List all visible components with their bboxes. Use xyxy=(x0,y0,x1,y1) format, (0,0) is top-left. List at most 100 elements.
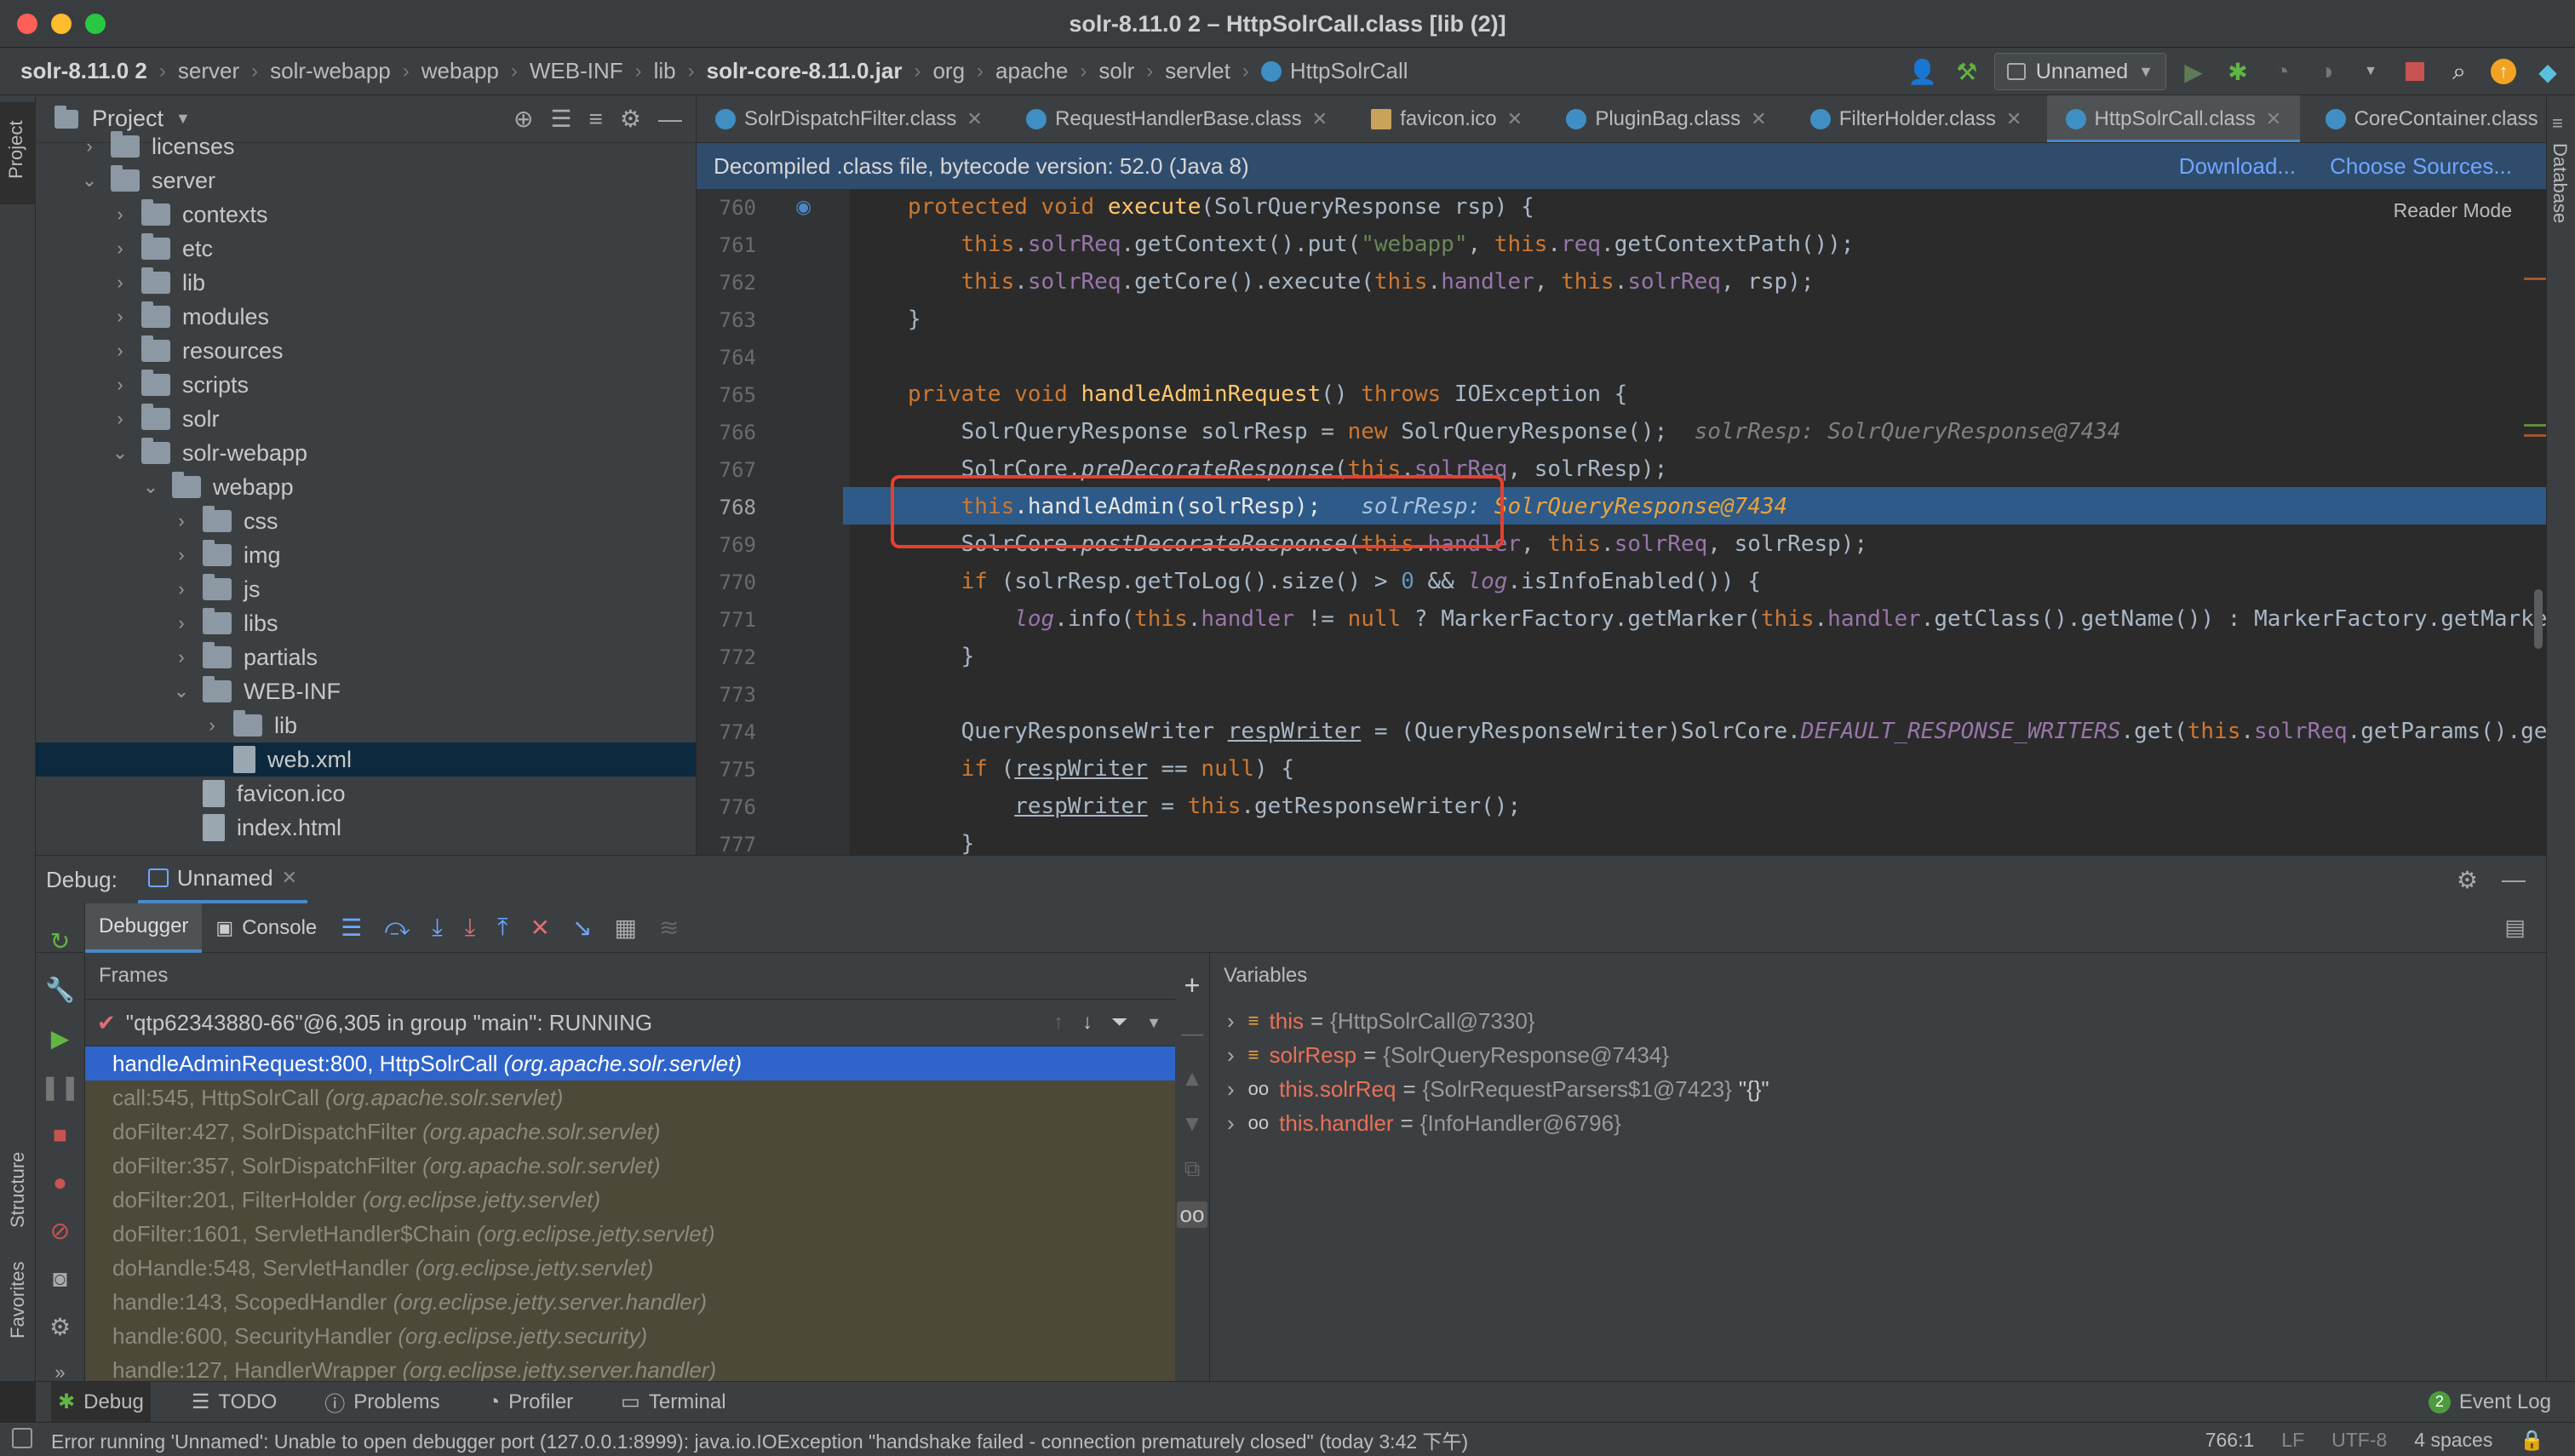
toolwindow-profiler[interactable]: ◔ Profiler xyxy=(481,1382,581,1423)
chevron-right-icon[interactable]: › xyxy=(1227,1076,1235,1103)
toolwindow-todo[interactable]: ☰ TODO xyxy=(185,1382,284,1423)
code-line[interactable]: respWriter = this.getResponseWriter(); xyxy=(908,794,1521,819)
tree-item[interactable]: › etc xyxy=(36,232,696,266)
variable-row[interactable]: › ≡ this = {HttpSolrCall@7330} xyxy=(1210,1004,2546,1038)
tree-item[interactable]: ⌄ webapp xyxy=(36,470,696,504)
chevron-right-icon[interactable]: › xyxy=(172,544,191,566)
close-icon[interactable]: ✕ xyxy=(282,867,297,889)
stop-icon[interactable]: ■ xyxy=(53,1121,67,1149)
coverage-icon[interactable]: ◑ xyxy=(2309,54,2343,89)
code-line[interactable]: SolrQueryResponse solrResp = new SolrQue… xyxy=(908,419,2121,444)
tab-httpsolrcall[interactable]: HttpSolrCall.class ✕ xyxy=(2046,95,2301,142)
close-icon[interactable]: ✕ xyxy=(1751,108,1766,130)
collapse-all-icon[interactable]: ≡ xyxy=(589,106,603,133)
toolbox-logo-icon[interactable]: ◆ xyxy=(2531,54,2565,89)
code-line[interactable]: this.solrReq.getContext().put("webapp", … xyxy=(908,232,1855,257)
chevron-down-icon[interactable]: ⌄ xyxy=(141,476,160,498)
chevron-right-icon[interactable]: › xyxy=(172,578,191,600)
status-message[interactable]: Error running 'Unnamed': Unable to open … xyxy=(51,1425,1468,1454)
breadcrumb-item[interactable]: server xyxy=(178,58,239,84)
tree-item[interactable]: › licenses xyxy=(36,129,696,163)
stack-frame[interactable]: doFilter:201, FilterHolder (org.eclipse.… xyxy=(85,1183,1175,1217)
code-line[interactable]: } xyxy=(908,644,975,669)
code-line[interactable]: log.info(this.handler != null ? MarkerFa… xyxy=(908,606,2546,632)
run-config-select[interactable]: Unnamed ▼ xyxy=(1993,53,2166,90)
drop-frame-icon[interactable]: ✕ xyxy=(530,914,550,942)
tree-item[interactable]: › lib xyxy=(36,708,696,742)
chevron-right-icon[interactable]: › xyxy=(172,646,191,668)
profile-icon[interactable]: ◔ xyxy=(2265,54,2299,89)
code-line[interactable]: private void handleAdminRequest() throws… xyxy=(908,381,1627,407)
close-icon[interactable]: ✕ xyxy=(1507,108,1523,130)
run-icon[interactable]: ▶ xyxy=(2176,54,2211,89)
update-icon[interactable]: ↑ xyxy=(2486,54,2521,89)
chevron-right-icon[interactable]: › xyxy=(1227,1008,1235,1035)
breadcrumb-item[interactable]: HttpSolrCall xyxy=(1290,58,1408,84)
mute-breakpoints-icon[interactable]: ⊘ xyxy=(50,1217,70,1245)
tree-item[interactable]: › modules xyxy=(36,300,696,334)
tree-item[interactable]: › img xyxy=(36,538,696,572)
tab-requesthandlerbase[interactable]: RequestHandlerBase.class ✕ xyxy=(1007,95,1346,142)
chevron-right-icon[interactable]: › xyxy=(111,408,129,430)
chevron-down-icon[interactable]: ⌄ xyxy=(80,169,99,192)
tree-item[interactable]: web.xml xyxy=(36,742,696,777)
stack-frame[interactable]: handle:143, ScopedHandler (org.eclipse.j… xyxy=(85,1285,1175,1319)
tree-item[interactable]: favicon.ico xyxy=(36,777,696,811)
breadcrumb-item[interactable]: solr-webapp xyxy=(270,58,391,84)
tab-pluginbag[interactable]: PluginBag.class ✕ xyxy=(1547,95,1785,142)
debug-session-tab[interactable]: Unnamed ✕ xyxy=(137,856,308,903)
reader-mode-button[interactable]: Reader Mode xyxy=(2394,199,2512,222)
frames-layout-icon[interactable]: ☰ xyxy=(341,914,362,942)
structure-stripe-label[interactable]: Structure xyxy=(7,1152,29,1228)
build-hammer-icon[interactable]: ⚒ xyxy=(1950,54,1984,89)
database-stripe-label[interactable]: Database xyxy=(2549,143,2571,223)
layout-settings-icon[interactable]: ▤ xyxy=(2504,914,2526,941)
stack-frame[interactable]: doFilter:357, SolrDispatchFilter (org.ap… xyxy=(85,1149,1175,1183)
lock-icon[interactable]: 🔒 xyxy=(2520,1429,2544,1452)
chevron-right-icon[interactable]: › xyxy=(111,238,129,260)
tree-item[interactable]: › contexts xyxy=(36,198,696,232)
trace-stream-icon[interactable]: ≋ xyxy=(659,914,679,942)
evaluate-expression-icon[interactable]: ▦ xyxy=(614,914,636,942)
stack-frame[interactable]: doFilter:427, SolrDispatchFilter (org.ap… xyxy=(85,1115,1175,1149)
stop-icon[interactable] xyxy=(2398,54,2432,89)
tree-item[interactable]: › partials xyxy=(36,640,696,674)
tab-corecontainer[interactable]: CoreContainer.class✕ xyxy=(2307,95,2546,142)
stack-frame[interactable]: call:545, HttpSolrCall (org.apache.solr.… xyxy=(85,1081,1175,1115)
chevron-right-icon[interactable]: › xyxy=(172,510,191,532)
stack-frame[interactable]: doFilter:1601, ServletHandler$Chain (org… xyxy=(85,1217,1175,1251)
stack-frame[interactable]: handle:600, SecurityHandler (org.eclipse… xyxy=(85,1319,1175,1353)
add-watch-icon[interactable]: + xyxy=(1184,970,1201,1001)
tree-item[interactable]: ⌄ server xyxy=(36,163,696,198)
toolwindow-debug[interactable]: ✱ Debug xyxy=(51,1381,151,1423)
variable-row[interactable]: › oo this.handler = {InfoHandler@6796} xyxy=(1210,1106,2546,1140)
chevron-right-icon[interactable]: › xyxy=(1227,1042,1235,1069)
stack-frame[interactable]: handleAdminRequest:800, HttpSolrCall (or… xyxy=(85,1046,1175,1081)
breadcrumb-item[interactable]: servlet xyxy=(1165,58,1230,84)
breadcrumb-item[interactable]: solr-core-8.11.0.jar xyxy=(707,58,903,84)
step-over-icon[interactable]: ⤼ xyxy=(384,914,410,942)
tree-item[interactable]: › lib xyxy=(36,266,696,300)
caret-position[interactable]: 766:1 xyxy=(2205,1429,2255,1452)
tree-item[interactable]: › libs xyxy=(36,606,696,640)
move-up-icon[interactable]: ▲ xyxy=(1181,1065,1203,1092)
tree-item[interactable]: ⌄ WEB-INF xyxy=(36,674,696,708)
close-icon[interactable]: ✕ xyxy=(2006,108,2022,130)
code-line[interactable]: QueryResponseWriter respWriter = (QueryR… xyxy=(908,719,2546,744)
gear-icon[interactable]: ⚙ xyxy=(2457,866,2478,894)
chevron-right-icon[interactable]: › xyxy=(111,203,129,226)
download-link[interactable]: Download... xyxy=(2179,153,2296,179)
chevron-down-icon[interactable]: ⌄ xyxy=(172,680,191,702)
tab-filterholder[interactable]: FilterHolder.class ✕ xyxy=(1792,95,2041,142)
stack-frame[interactable]: doHandle:548, ServletHandler (org.eclips… xyxy=(85,1251,1175,1285)
force-step-into-icon[interactable]: ⤓ xyxy=(465,914,475,942)
gear-icon[interactable]: ⚙ xyxy=(49,1313,71,1341)
chevron-right-icon[interactable]: › xyxy=(203,714,221,737)
remove-watch-icon[interactable]: — xyxy=(1181,1020,1203,1046)
settings-wrench-icon[interactable]: 🔧 xyxy=(45,976,75,1004)
implements-marker-icon[interactable]: ◉ xyxy=(795,196,811,218)
event-log-button[interactable]: 2 Event Log xyxy=(2422,1382,2558,1423)
chevron-right-icon[interactable]: › xyxy=(172,612,191,634)
toggle-tool-windows-icon[interactable] xyxy=(12,1428,32,1448)
chevron-down-icon[interactable]: ▼ xyxy=(1146,1014,1161,1032)
